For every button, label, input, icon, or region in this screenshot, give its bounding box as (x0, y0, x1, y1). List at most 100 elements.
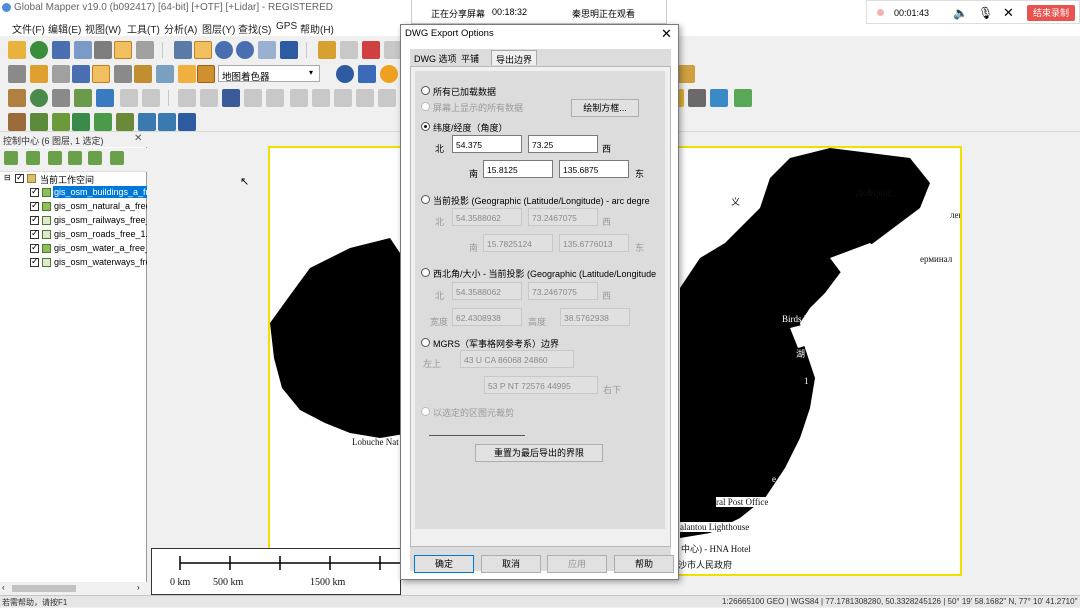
forest-icon[interactable] (94, 113, 112, 131)
menu-tools[interactable]: 工具(T) (127, 21, 160, 36)
slope-icon[interactable] (52, 113, 70, 131)
layer-remove-icon[interactable] (26, 151, 40, 165)
layer-search-icon[interactable] (110, 151, 124, 165)
scrollbar-thumb[interactable] (12, 585, 76, 592)
delete-icon[interactable] (362, 41, 380, 59)
help-button[interactable]: 帮助 (614, 555, 674, 573)
grid-icon[interactable] (74, 41, 92, 59)
rotate-icon[interactable] (356, 89, 374, 107)
home-icon[interactable] (280, 41, 298, 59)
layer-down-icon[interactable] (68, 151, 82, 165)
horizontal-scrollbar[interactable]: ‹ › (0, 582, 147, 595)
node-icon[interactable] (222, 89, 240, 107)
triangle-icon[interactable] (688, 89, 706, 107)
draw-icon[interactable] (96, 89, 114, 107)
nw-west-input[interactable]: 73.2467075 (528, 282, 598, 300)
shape-icon[interactable] (142, 89, 160, 107)
layer-checkbox[interactable] (30, 186, 39, 197)
profile-icon[interactable] (178, 113, 196, 131)
radio-mgrs[interactable] (421, 338, 430, 347)
layer-row[interactable]: gis_osm_roads_free_1. (0, 228, 147, 242)
menu-gps[interactable]: GPS (276, 21, 297, 32)
menu-file[interactable]: 文件(F) (12, 21, 45, 36)
menu-edit[interactable]: 编辑(E) (48, 21, 81, 36)
ok-button[interactable]: 确定 (414, 555, 474, 573)
zoom-in-icon[interactable] (215, 41, 233, 59)
menu-search[interactable]: 查找(S) (238, 21, 271, 36)
mgrs-bottom-right-input[interactable]: 53 P NT 72576 44995 (484, 376, 598, 394)
flood-icon[interactable] (158, 113, 176, 131)
proj-north-input[interactable]: 54.3588062 (452, 208, 522, 226)
workspace-checkbox[interactable] (15, 172, 24, 183)
hill-icon[interactable] (30, 113, 48, 131)
layer-add-icon[interactable] (4, 151, 18, 165)
layer-row[interactable]: gis_osm_buildings_a_fr (0, 186, 147, 200)
cancel-button[interactable]: 取消 (481, 555, 541, 573)
zoom-out-icon[interactable] (236, 41, 254, 59)
table-icon[interactable] (136, 41, 154, 59)
close-icon[interactable]: ✕ (134, 133, 142, 144)
latlon-north-input[interactable]: 54.375 (452, 135, 522, 153)
menu-analysis[interactable]: 分析(A) (164, 21, 197, 36)
bars-icon[interactable] (178, 65, 196, 83)
tool-right-icon[interactable] (677, 65, 695, 83)
end-recording-button[interactable]: 结束录制 (1027, 5, 1075, 21)
microphone-icon[interactable]: 🎙 (978, 6, 993, 20)
pick-icon[interactable] (734, 89, 752, 107)
layer-row[interactable]: gis_osm_railways_free_ (0, 214, 147, 228)
filter-icon[interactable] (710, 89, 728, 107)
cross-icon[interactable] (244, 89, 262, 107)
reset-bounds-button[interactable]: 重置为最后导出的界限 (475, 444, 603, 462)
layer-checkbox[interactable] (30, 228, 39, 239)
scale-icon[interactable] (378, 89, 396, 107)
trim-icon[interactable] (312, 89, 330, 107)
globe-grid-icon[interactable] (336, 65, 354, 83)
digitize-icon[interactable] (8, 89, 26, 107)
layer-row[interactable]: gis_osm_natural_a_free (0, 200, 147, 214)
copy-icon[interactable] (340, 41, 358, 59)
gear-icon[interactable] (358, 65, 376, 83)
terrain-icon[interactable] (134, 65, 152, 83)
split-icon[interactable] (266, 89, 284, 107)
radio-selected-area[interactable] (421, 407, 430, 416)
measure-icon[interactable] (72, 65, 90, 83)
wrench-icon[interactable] (94, 41, 112, 59)
path-icon[interactable] (114, 65, 132, 83)
brush-icon[interactable] (74, 89, 92, 107)
layer-checkbox[interactable] (30, 200, 39, 211)
radio-nw-corner[interactable] (421, 268, 430, 277)
shader-select[interactable]: 地图着色器 ▾ (218, 65, 320, 83)
layers-icon[interactable] (114, 41, 132, 59)
apply-button[interactable]: 应用 (547, 555, 607, 573)
latlon-west-input[interactable]: 73.25 (528, 135, 598, 153)
close-icon[interactable]: ✕ (1003, 5, 1014, 21)
panel-icon[interactable] (8, 65, 26, 83)
proj-east-input[interactable]: 135.6776013 (559, 234, 629, 252)
target-icon[interactable] (30, 89, 48, 107)
menu-layer[interactable]: 图层(Y) (202, 21, 235, 36)
speaker-icon[interactable]: 🔈 (953, 6, 968, 20)
feature-icon[interactable] (92, 65, 110, 83)
radio-latlon[interactable] (421, 122, 430, 131)
chart-icon[interactable] (156, 65, 174, 83)
layer-row[interactable]: gis_osm_water_a_free_ (0, 242, 147, 256)
vertex-icon[interactable] (200, 89, 218, 107)
select-icon[interactable] (174, 41, 192, 59)
pin-icon[interactable] (30, 65, 48, 83)
scroll-right-icon[interactable]: › (137, 583, 140, 592)
open-icon[interactable] (8, 41, 26, 59)
globe-icon[interactable] (30, 41, 48, 59)
tab-tiling[interactable]: 平铺 (457, 50, 483, 65)
menu-view[interactable]: 视图(W) (85, 21, 121, 36)
plant-icon[interactable] (116, 113, 134, 131)
radio-all-screen[interactable] (421, 102, 430, 111)
sun-icon[interactable] (380, 65, 398, 83)
back-icon[interactable] (258, 41, 276, 59)
draw-box-button[interactable]: 绘制方框... (571, 99, 639, 117)
ruler-icon[interactable] (52, 89, 70, 107)
move-icon[interactable] (178, 89, 196, 107)
layer-checkbox[interactable] (30, 214, 39, 225)
layer-options-icon[interactable] (88, 151, 102, 165)
menu-help[interactable]: 帮助(H) (300, 21, 334, 36)
proj-west-input[interactable]: 73.2467075 (528, 208, 598, 226)
